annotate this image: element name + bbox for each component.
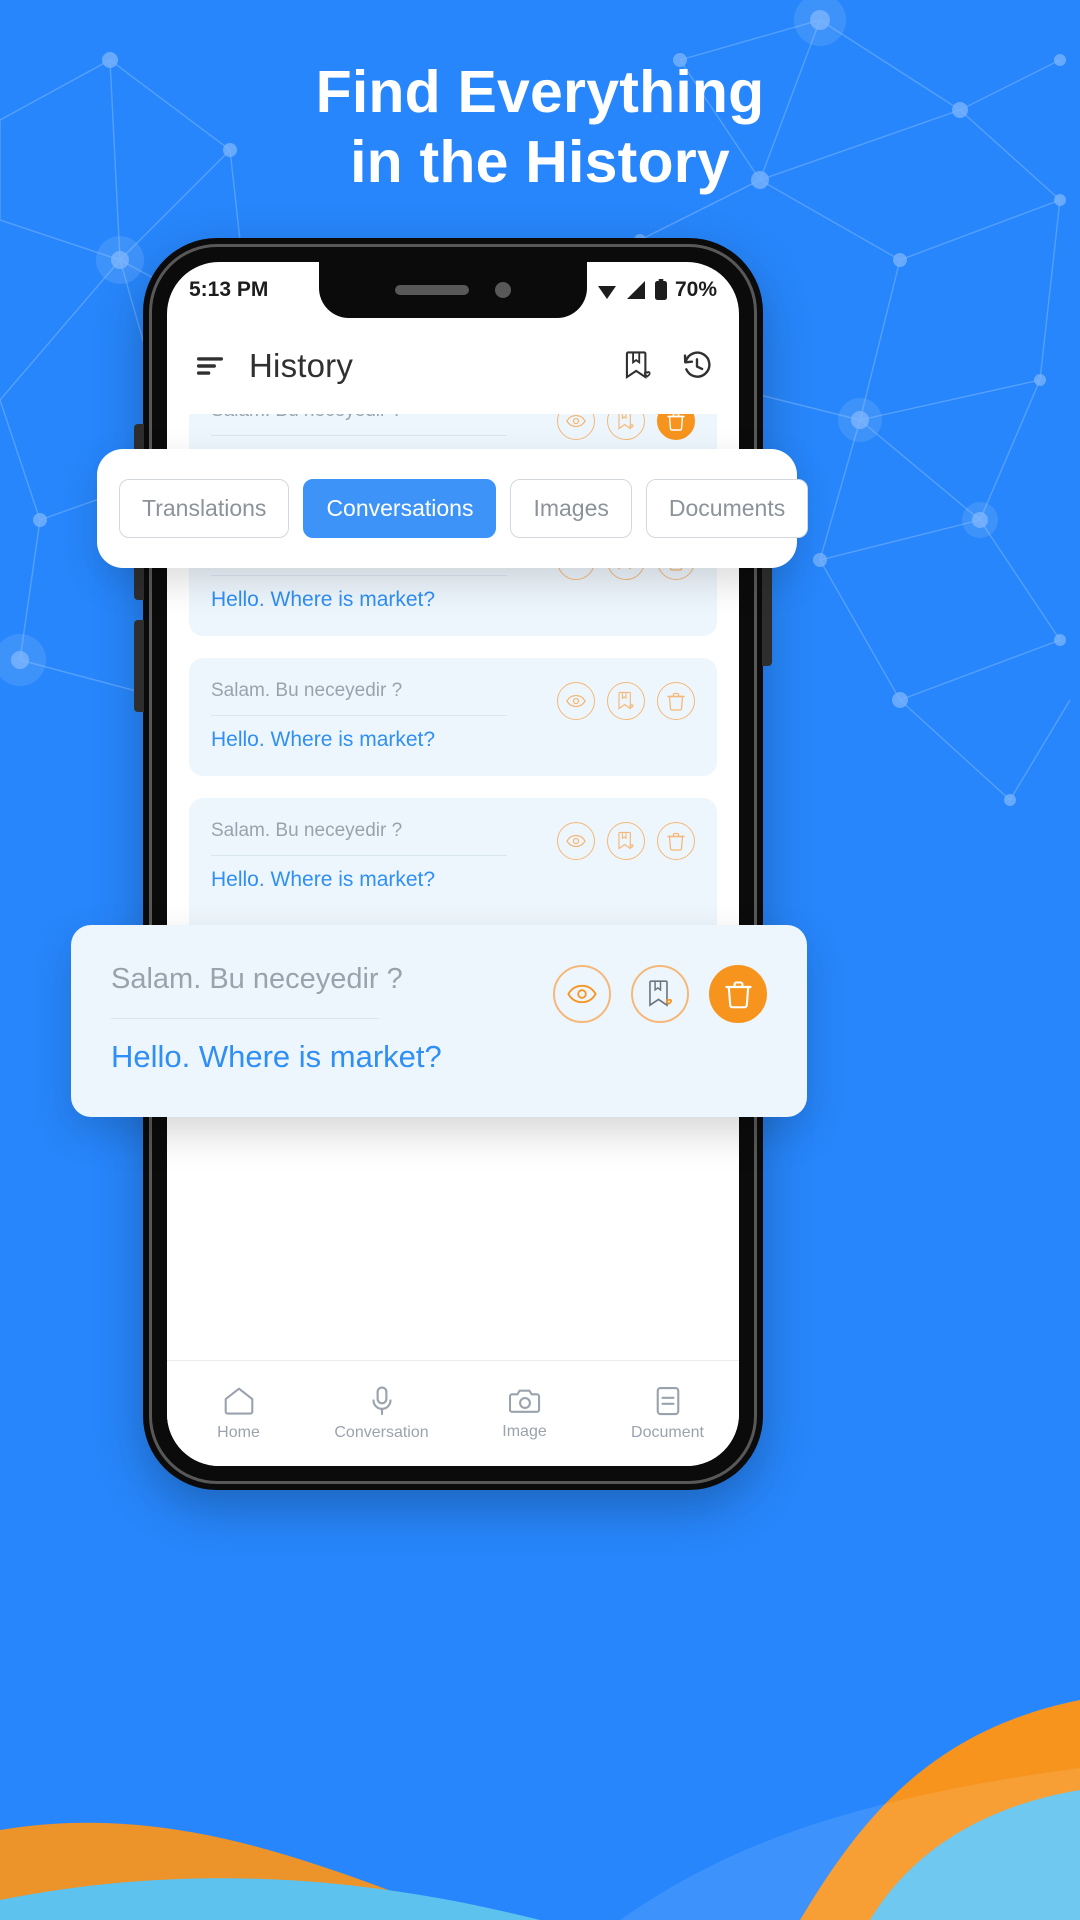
view-eye-icon[interactable] [553,965,611,1023]
camera-icon [508,1389,540,1413]
front-camera-icon [495,282,511,298]
app-bar-actions [623,350,713,382]
card-divider [211,435,507,436]
view-eye-icon[interactable] [557,822,595,860]
featured-history-card[interactable]: Salam. Bu neceyedir ? Hello. Where is ma… [71,925,807,1117]
signal-icon [626,281,645,299]
headline-line-2: in the History [350,128,730,195]
headline-line-1: Find Everything [315,59,765,125]
nav-label: Conversation [334,1423,429,1441]
wifi-icon [597,286,616,299]
home-icon [224,1387,253,1415]
history-target-text: Hello. Where is market? [211,868,436,891]
promo-headline: Find Everything in the History [0,58,1080,197]
earpiece-speaker [395,285,469,295]
card-divider [211,715,507,716]
save-bookmark-heart-icon[interactable] [631,965,689,1023]
card-divider [211,855,507,856]
history-target-text: Hello. Where is market? [211,588,436,611]
featured-source-text: Salam. Bu neceyedir ? [111,963,403,995]
status-time: 5:13 PM [189,278,269,301]
phone-screen: 5:13 PM 70% History Hello. Where is mark… [167,262,739,1466]
delete-trash-icon[interactable] [657,682,695,720]
view-eye-icon[interactable] [557,414,595,440]
history-item-actions [557,822,695,860]
history-clock-icon[interactable] [681,350,713,382]
app-bar: History [167,318,739,414]
card-divider [111,1018,379,1019]
sort-menu-icon[interactable] [193,349,227,383]
history-source-text: Salam. Bu neceyedir ? [211,680,403,701]
status-indicators: 70% [596,278,717,302]
save-bookmark-heart-icon[interactable] [607,682,645,720]
battery-icon [654,279,667,300]
featured-card-actions [553,965,767,1023]
save-bookmark-heart-icon[interactable] [607,414,645,440]
phone-volume-down-button[interactable] [134,620,144,712]
phone-mockup: 5:13 PM 70% History Hello. Where is mark… [134,238,772,1490]
page-title: History [249,347,354,384]
microphone-icon [371,1385,392,1415]
nav-label: Image [502,1422,547,1440]
nav-item-image[interactable]: Image [453,1387,596,1441]
document-icon [656,1386,679,1415]
nav-label: Home [217,1423,260,1441]
bottom-navigation-bar: Home Conversation Image Document [167,1360,739,1466]
save-bookmark-heart-icon[interactable] [607,822,645,860]
filter-chip-images[interactable]: Images [510,479,632,538]
view-eye-icon[interactable] [557,682,595,720]
nav-label: Document [631,1423,704,1441]
nav-item-home[interactable]: Home [167,1386,310,1442]
history-source-text: Salam. Bu neceyedir ? [211,820,403,841]
filter-chip-documents[interactable]: Documents [645,479,809,538]
delete-trash-icon[interactable] [657,414,695,440]
nav-item-conversation[interactable]: Conversation [310,1385,453,1442]
history-item-actions [557,414,695,440]
battery-percent: 70% [674,278,717,301]
delete-trash-icon[interactable] [657,822,695,860]
card-divider [211,575,507,576]
nav-item-document[interactable]: Document [596,1386,739,1442]
filter-chip-conversations[interactable]: Conversations [303,479,497,538]
history-list-item[interactable]: Salam. Bu neceyedir ? Hello. Where is ma… [189,658,717,776]
history-item-actions [557,682,695,720]
history-target-text: Hello. Where is market? [211,728,436,751]
saved-bookmark-icon[interactable] [623,350,653,382]
phone-notch [319,262,587,318]
filter-chips-overlay: Translations Conversations Images Docume… [97,449,809,568]
featured-target-text: Hello. Where is market? [111,1039,442,1074]
filter-chip-translations[interactable]: Translations [119,479,290,538]
delete-trash-icon[interactable] [709,965,767,1023]
history-source-text: Salam. Bu neceyedir ? [211,414,547,422]
